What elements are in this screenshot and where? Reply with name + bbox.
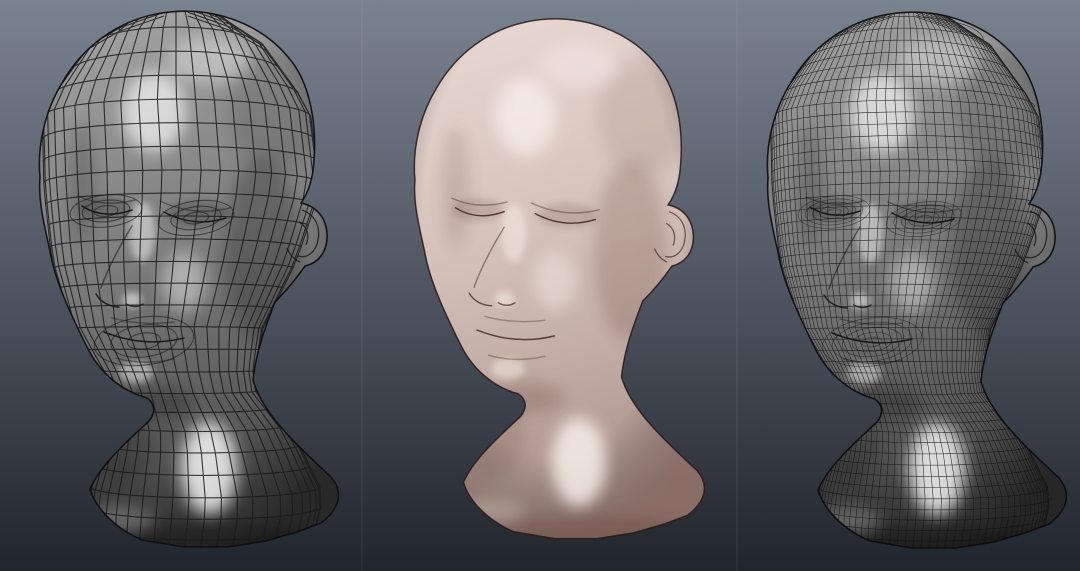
render-comparison [0, 0, 1080, 571]
viewport-canvas [0, 0, 1080, 571]
